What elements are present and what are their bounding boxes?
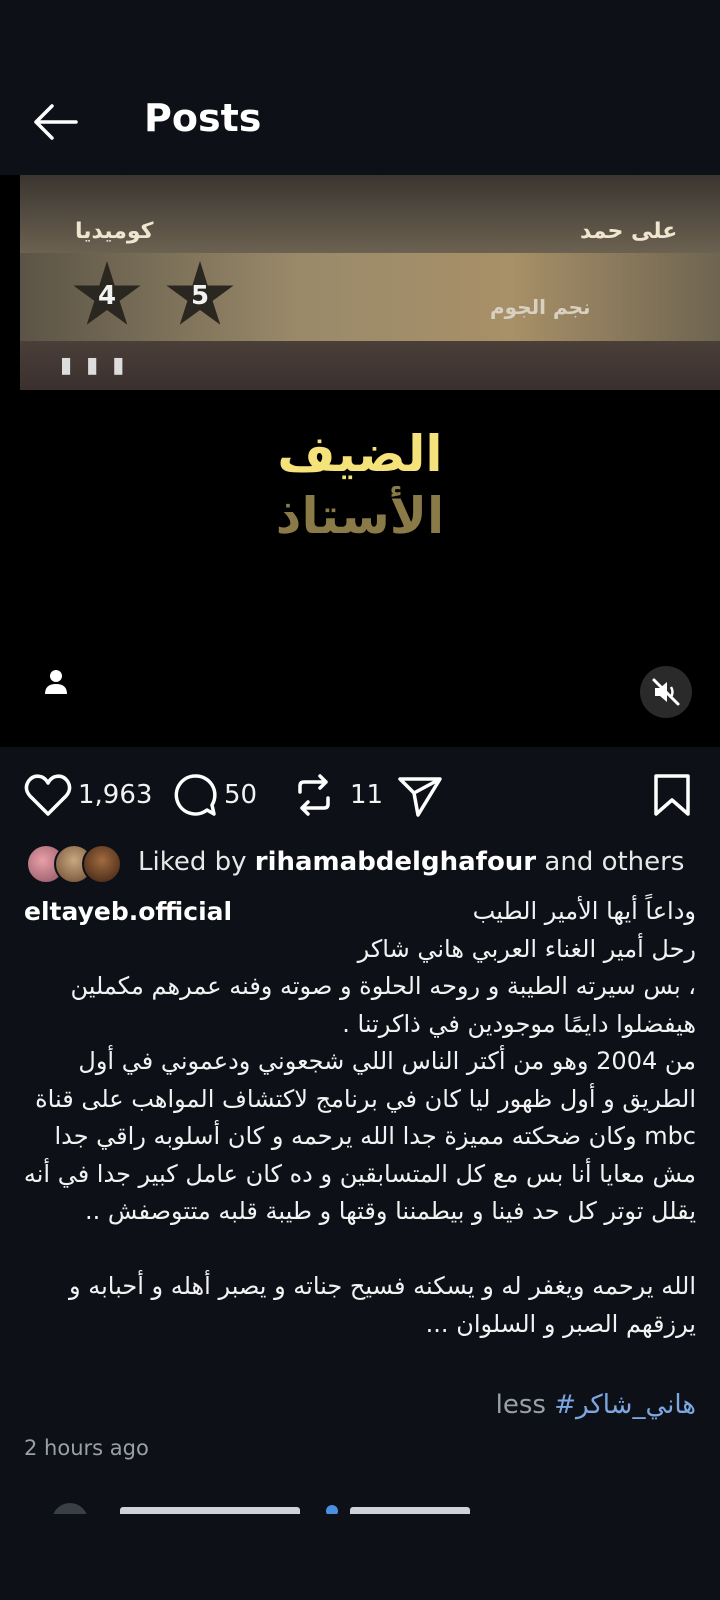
liked-by-row[interactable]: Liked by rihamabdelghafour and others: [26, 842, 706, 884]
liked-by-user[interactable]: rihamabdelghafour: [255, 847, 536, 877]
caption-line: الطريق و أول ظهور ليا كان في برنامج لاكت…: [35, 1084, 696, 1113]
video-banner-band: [20, 253, 720, 341]
share-icon: [398, 777, 442, 817]
banner-left-text: كوميديا: [75, 219, 154, 244]
caption-line: يقلل توتر كل حد فينا و بيطمننا وقتها و ط…: [84, 1197, 696, 1225]
like-count: 1,963: [78, 780, 153, 810]
bookmark-icon: [654, 774, 690, 816]
caption-line: مش معايا أنا بس مع كل المتسابقين و ده كا…: [23, 1159, 696, 1188]
liked-by-text: Liked by rihamabdelghafour and others: [138, 847, 685, 877]
top-bar: Posts: [0, 0, 720, 175]
liker-avatars: [26, 842, 126, 884]
user-tag-icon[interactable]: [38, 665, 74, 701]
caption-line: وداعاً أيها الأمير الطيب: [472, 897, 696, 925]
back-arrow-icon[interactable]: [30, 100, 82, 144]
film-strip-decoration: ▮▮▮: [60, 353, 139, 378]
caption-line: ، بس سيرته الطيبة و روحه الحلوة و صوته و…: [70, 972, 696, 1000]
share-button[interactable]: [396, 765, 444, 825]
mute-icon[interactable]: [640, 666, 692, 718]
page-title: Posts: [144, 96, 262, 140]
comment-count: 50: [224, 780, 258, 810]
hashtag-link[interactable]: #هاني_شاكر: [554, 1390, 696, 1420]
video-frame: كوميديا على حمد نجم الجوم 4 5 ▮▮▮: [20, 175, 720, 390]
post-caption: eltayeb.official وداعاً أيها الأمير الطي…: [24, 893, 696, 1343]
repost-button[interactable]: 11: [292, 765, 383, 825]
caption-line: mbc وكان ضحكته مميزة جدا الله يرحمه و كا…: [54, 1122, 696, 1150]
post-username[interactable]: eltayeb.official: [24, 893, 232, 931]
caption-line: الله يرحمه ويغفر له و يسكنه فسيح جناته و…: [69, 1272, 696, 1300]
caption-line: يرزقهم الصبر و السلوان ...: [425, 1309, 696, 1338]
post-actions: 1,963 50 11: [0, 765, 720, 825]
caption-line: من 2004 وهو من أكتر الناس اللي شجعوني ود…: [78, 1047, 696, 1075]
caption-line: رحل أمير الغناء العربي هاني شاكر: [357, 934, 696, 963]
hashtag-row: less #هاني_شاكر: [24, 1390, 696, 1420]
repost-count: 11: [350, 780, 384, 810]
comment-button[interactable]: 50: [172, 765, 257, 825]
like-button[interactable]: 1,963: [24, 765, 152, 825]
caption-line: هيفضلوا دايمًا موجودين في ذاكرتنا .: [342, 1009, 696, 1038]
post-video[interactable]: كوميديا على حمد نجم الجوم 4 5 ▮▮▮ الضيف …: [0, 175, 720, 747]
video-title-primary: الضيف: [277, 425, 443, 483]
bookmark-button[interactable]: [652, 765, 692, 825]
avatar: [82, 844, 122, 884]
banner-right-text: على حمد: [580, 219, 678, 244]
banner-logo-text: نجم الجوم: [490, 295, 591, 319]
comment-preview-clipped: [50, 1500, 670, 1514]
repost-icon: [298, 774, 330, 816]
show-less-link[interactable]: less: [496, 1390, 546, 1420]
comment-icon: [174, 774, 217, 816]
post-timestamp: 2 hours ago: [24, 1436, 149, 1460]
heart-icon: [24, 774, 72, 816]
video-title-secondary: الأستاذ: [275, 487, 445, 545]
